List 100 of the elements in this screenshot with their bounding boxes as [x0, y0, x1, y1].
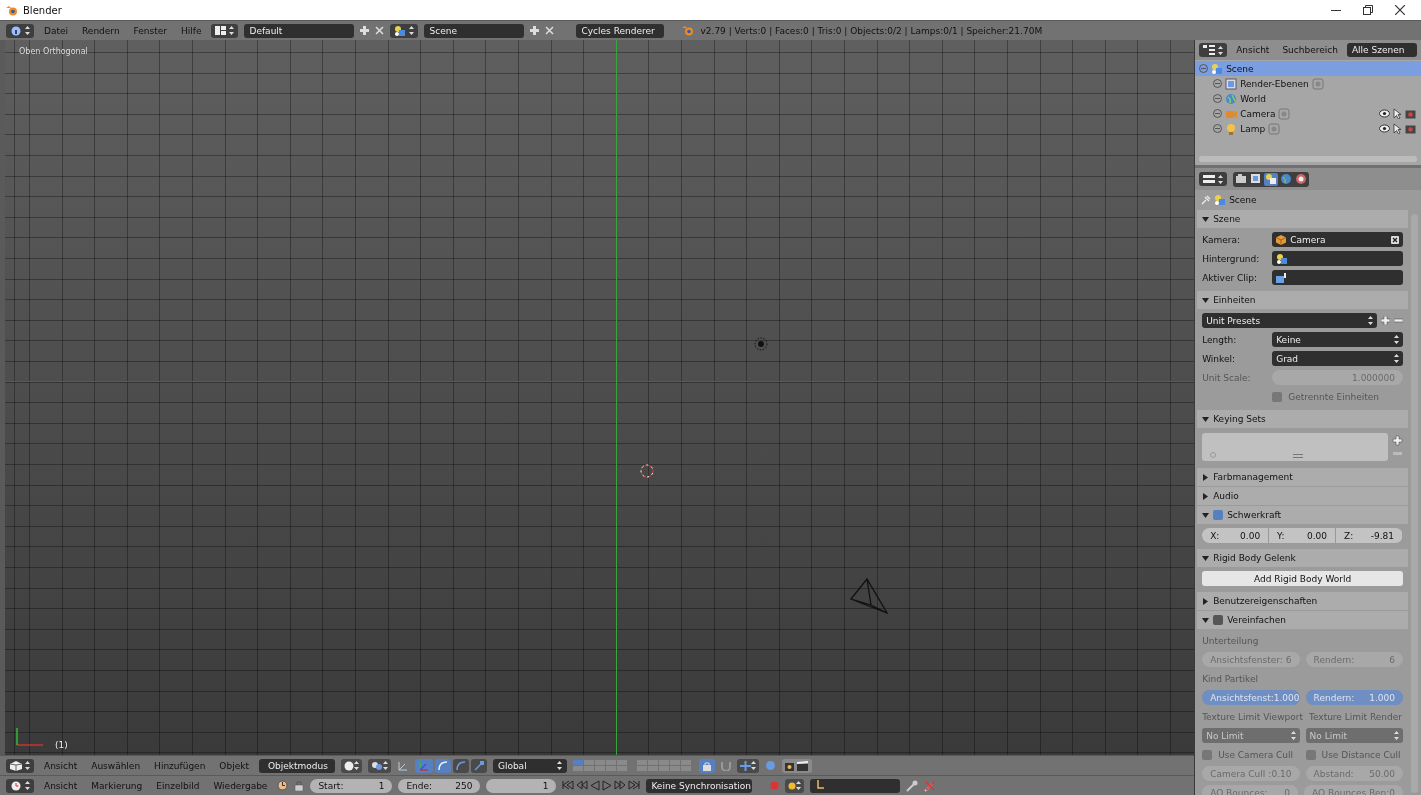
curve-icon [455, 760, 466, 771]
mode-dropdown[interactable]: Objektmodus [258, 758, 335, 773]
clear-icon [1391, 235, 1399, 244]
snap-button[interactable] [736, 758, 759, 773]
keyframe-type-button[interactable] [785, 778, 805, 793]
render-engine-dropdown[interactable]: Cycles Renderer [576, 23, 665, 38]
scene-icon [1211, 62, 1224, 75]
outliner-item-label: Render-Ebenen [1240, 78, 1309, 89]
section-caption: Kind Partikel [1202, 673, 1259, 684]
editor-type-button[interactable] [6, 758, 34, 773]
data-field[interactable]: Camera [1272, 232, 1403, 247]
menu-item[interactable]: Einzelbild [152, 780, 204, 791]
panel-header[interactable]: Farbmanagement [1197, 468, 1408, 486]
next-keyframe-icon [614, 780, 627, 790]
outliner-item[interactable]: Scene [1195, 61, 1421, 76]
menu-item[interactable]: Rendern [78, 25, 124, 36]
render-layers-icon [1225, 77, 1238, 90]
data-field[interactable] [1272, 270, 1403, 285]
outliner-item-label: Camera [1240, 108, 1276, 119]
checkbox[interactable] [1213, 615, 1224, 625]
panel-header[interactable]: Szene [1197, 210, 1408, 228]
context-tab[interactable] [1264, 172, 1279, 186]
outliner-item[interactable]: Lamp [1195, 121, 1421, 136]
updown-arrows-icon [1290, 731, 1296, 740]
menu-item[interactable]: Ansicht [1232, 45, 1274, 55]
panel-header[interactable]: Benutzereigenschaften [1197, 592, 1408, 610]
timeline-icon [10, 780, 22, 791]
outliner-item[interactable]: World [1195, 91, 1421, 106]
dropdown[interactable]: Grad [1272, 351, 1403, 366]
preset-dropdown[interactable]: Unit Presets [1202, 313, 1377, 328]
data-field[interactable] [1272, 251, 1403, 266]
menu-item[interactable]: Ansicht [40, 780, 82, 791]
menu-item[interactable]: Hinzufügen [150, 760, 210, 771]
blender-logo-icon [682, 25, 695, 36]
menu-item[interactable]: Markierung [87, 780, 147, 791]
scale-button[interactable] [470, 758, 487, 773]
context-tab[interactable] [1279, 172, 1294, 186]
orientation-dropdown[interactable]: Global [492, 758, 567, 773]
menu-item[interactable]: Suchbereich [1278, 45, 1342, 55]
lock-icon [294, 780, 305, 791]
sync-dropdown[interactable]: Keine Synchronisation [646, 778, 753, 793]
rotate-button[interactable] [434, 758, 451, 773]
field-label: Length: [1202, 334, 1238, 345]
updown-arrows-icon [1394, 354, 1399, 363]
cursor-icon [1393, 108, 1402, 119]
pivot-button[interactable] [367, 758, 391, 773]
menu-item[interactable]: Hilfe [177, 25, 206, 36]
add-button[interactable]: Add Rigid Body World [1202, 571, 1403, 586]
drag-handle-icon [1293, 454, 1304, 458]
display-mode-dropdown[interactable]: Alle Szenen [1346, 43, 1417, 57]
menu-item[interactable]: Fenster [129, 25, 171, 36]
panel-header[interactable]: Audio [1197, 487, 1408, 505]
3d-viewport[interactable]: Oben Orthogonal (1) [0, 40, 1195, 755]
checkbox[interactable] [1213, 510, 1224, 520]
object-icon [1295, 173, 1308, 185]
menu-item[interactable]: Wiedergabe [209, 780, 272, 791]
editor-type-button[interactable] [1199, 43, 1228, 57]
panel-header[interactable]: Vereinfachen [1197, 611, 1408, 629]
shading-button[interactable] [340, 758, 362, 773]
panel-header[interactable]: Keying Sets [1197, 410, 1408, 428]
scene-field[interactable]: Scene [424, 23, 525, 38]
keying-set-field[interactable] [810, 778, 901, 793]
scene-icon [1276, 252, 1289, 265]
magnet-icon [720, 760, 731, 771]
screen-layout-button[interactable] [211, 23, 239, 38]
outliner-item[interactable]: Render-Ebenen [1195, 76, 1421, 91]
globe-icon [1225, 92, 1238, 105]
panel-header[interactable]: Einheiten [1197, 291, 1408, 309]
data-icon [1278, 107, 1291, 120]
scene-select-button[interactable] [390, 23, 419, 38]
outliner-item[interactable]: Camera [1195, 106, 1421, 121]
layout-field[interactable]: Default [244, 23, 355, 38]
cursor-icon [1393, 123, 1402, 134]
record-icon [770, 781, 780, 790]
context-tab[interactable] [1294, 172, 1309, 186]
context-tab[interactable] [1234, 172, 1249, 186]
menu-item[interactable]: Ansicht [40, 760, 82, 771]
3d-cursor-icon [639, 463, 655, 479]
panel-header[interactable]: Schwerkraft [1197, 506, 1408, 524]
lock-camera-button[interactable] [698, 758, 715, 773]
dropdown[interactable]: Keine [1272, 332, 1403, 347]
gravity-vector-field[interactable]: X: 0.00 Y: 0.00 Z: -9.81 [1202, 528, 1403, 543]
editor-type-button[interactable] [6, 778, 34, 793]
current-frame-field[interactable]: 1 [486, 778, 557, 793]
scene-statistics: v2.79 | Verts:0 | Faces:0 | Tris:0 | Objects:0/2 | Lamps:0/1 | Speicher:21.70M [700, 25, 1043, 36]
opengl-render-button[interactable] [781, 758, 812, 773]
panel-header[interactable]: Rigid Body Gelenk [1197, 549, 1408, 567]
menu-item[interactable]: Objekt [215, 760, 253, 771]
pin-icon [473, 760, 484, 771]
end-frame-field[interactable]: Ende: 250 [398, 778, 481, 793]
start-frame-field[interactable]: Start: 1 [310, 778, 393, 793]
snap-icon [739, 760, 751, 771]
blender-logo-icon [6, 4, 18, 16]
editor-type-button[interactable] [6, 23, 34, 38]
clip-icon [1276, 272, 1287, 283]
menu-item[interactable]: Auswählen [87, 760, 145, 771]
scale-button[interactable] [452, 758, 469, 773]
menu-item[interactable]: Datei [40, 25, 72, 36]
section-caption: Texture Limit Render [1308, 711, 1403, 722]
editor-type-button[interactable] [1199, 172, 1228, 186]
